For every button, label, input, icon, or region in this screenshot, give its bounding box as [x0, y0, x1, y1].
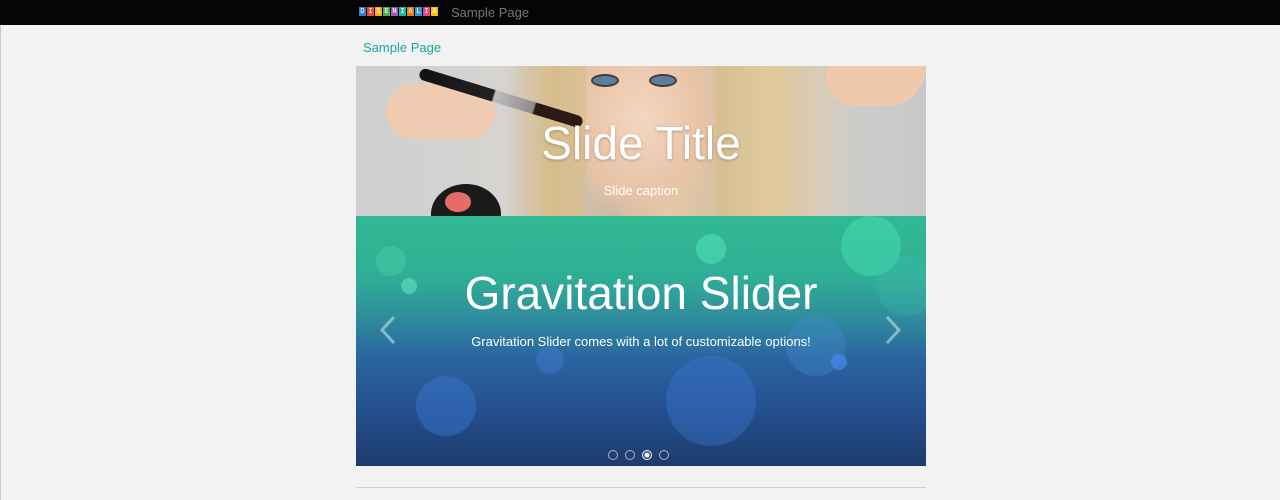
slider-dot-1[interactable]: [608, 450, 618, 460]
gravitation-slider[interactable]: Slide Title Slide caption Gravitation Sl…: [356, 66, 926, 466]
logo-letter: I: [367, 7, 374, 16]
slider-dot-4[interactable]: [659, 450, 669, 460]
slide-caption: Slide caption: [603, 183, 679, 198]
top-admin-bar: DISENIALIA Sample Page: [0, 0, 1280, 25]
logo-letter: L: [415, 7, 422, 16]
topnav-sample-page-link[interactable]: Sample Page: [451, 5, 529, 20]
site-logo[interactable]: DISENIALIA: [359, 7, 438, 17]
page-title[interactable]: Sample Page: [363, 40, 441, 55]
bokeh-bubble: [696, 234, 726, 264]
left-border-divider: [0, 25, 1, 500]
chevron-right-icon[interactable]: [881, 313, 905, 347]
slide-image-makeup: Slide Title Slide caption: [356, 66, 926, 216]
logo-letter: D: [359, 7, 366, 16]
left-eye-image: [591, 74, 619, 87]
logo-letter: E: [383, 7, 390, 16]
slider-dot-3[interactable]: [642, 450, 652, 460]
hand-right-image: [826, 66, 926, 106]
slide-main-title: Gravitation Slider: [464, 267, 818, 319]
bokeh-bubble: [416, 376, 476, 436]
slider-dot-2[interactable]: [625, 450, 635, 460]
slider-pagination: [608, 450, 669, 460]
slide-title: Slide Title: [541, 117, 741, 169]
slide-main-caption: Gravitation Slider comes with a lot of c…: [471, 334, 811, 349]
logo-letter: A: [407, 7, 414, 16]
content-divider: [356, 487, 926, 488]
logo-letter: A: [431, 7, 438, 16]
logo-letter: I: [399, 7, 406, 16]
logo-letter: I: [423, 7, 430, 16]
logo-letter: N: [391, 7, 398, 16]
chevron-left-icon[interactable]: [376, 313, 400, 347]
bokeh-bubble: [666, 356, 756, 446]
logo-letter: S: [375, 7, 382, 16]
bokeh-bubble: [536, 346, 564, 374]
slide-gravitation: Gravitation Slider Gravitation Slider co…: [356, 216, 926, 466]
right-eye-image: [649, 74, 677, 87]
bokeh-bubble: [831, 354, 847, 370]
